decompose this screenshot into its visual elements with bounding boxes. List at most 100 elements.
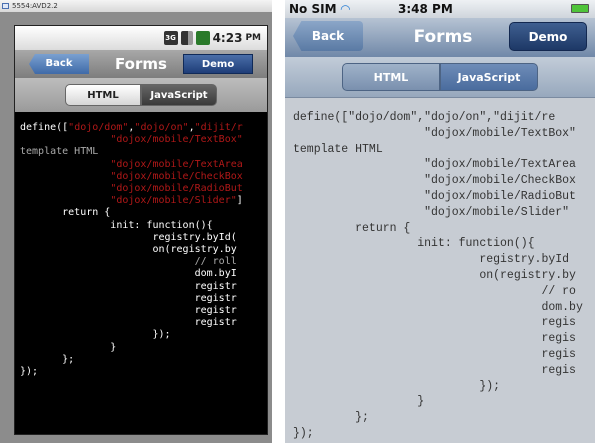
code-token: on(registry.by <box>20 244 237 256</box>
code-line: }); <box>20 366 267 378</box>
code-token: init: function(){ <box>293 237 535 251</box>
carrier-label: No SIM ◠ <box>289 0 350 18</box>
ios-nav-bar: Forms Back Demo <box>285 18 595 57</box>
battery-icon <box>571 4 589 13</box>
code-line: registry.byId <box>293 252 595 268</box>
back-button[interactable]: Back <box>29 54 89 74</box>
code-token: } <box>293 395 425 409</box>
code-line: "dojox/mobile/RadioBut <box>20 183 267 195</box>
code-line: "dojox/mobile/TextArea <box>20 159 267 171</box>
code-line: init: function(){ <box>293 236 595 252</box>
code-token: init: function(){ <box>20 219 213 231</box>
code-line: } <box>293 394 595 410</box>
code-token: define([ <box>20 122 69 133</box>
tab-javascript[interactable]: JavaScript <box>141 84 217 106</box>
android-emulator-window: 5554:AVD2.2 3G 4:23 PM Forms Back Demo HT… <box>0 0 272 443</box>
code-token: "dojox/mobile/RadioBut <box>110 183 243 195</box>
tab-html[interactable]: HTML <box>65 84 141 106</box>
code-line: template HTML <box>20 146 267 158</box>
code-line: registr <box>20 317 267 329</box>
code-line: regis <box>293 331 595 347</box>
code-line: "dojox/mobile/Slider" <box>293 205 595 221</box>
code-line: } <box>20 342 267 354</box>
code-token: "dojox/mobile/Slider" <box>110 195 237 207</box>
code-line: regis <box>293 347 595 363</box>
code-token: "dojox/mobile/RadioBut <box>293 189 576 203</box>
code-token: "dojox/mobile/TextBox" <box>293 126 576 140</box>
code-line: }); <box>20 329 267 341</box>
code-token: "dojox/mobile/CheckBox <box>110 170 243 182</box>
wifi-icon: ◠ <box>340 2 350 16</box>
code-line: "dojox/mobile/CheckBox <box>20 171 267 183</box>
code-line: }); <box>293 379 595 395</box>
code-token: return { <box>293 221 411 235</box>
code-token: registr <box>20 292 237 304</box>
code-token: dom.byI <box>20 268 237 280</box>
code-line: registr <box>20 281 267 293</box>
ios-simulator-screen: No SIM ◠ 3:48 PM Forms Back Demo HTML Ja… <box>285 0 595 443</box>
code-token: }); <box>20 329 171 341</box>
divider <box>272 0 285 443</box>
code-line: "dojox/mobile/TextArea <box>293 157 595 173</box>
code-token: "dojox/mobile/CheckBox <box>293 174 576 188</box>
demo-button[interactable]: Demo <box>183 54 253 74</box>
code-token: "dojo/dom" <box>68 122 129 133</box>
code-token: }; <box>20 353 75 365</box>
code-token: "dijit/r <box>194 122 243 133</box>
code-token: }); <box>293 379 501 393</box>
code-token: "dojox/mobile/TextArea <box>293 158 576 172</box>
code-token: // roll <box>20 256 237 268</box>
code-line: registry.byId( <box>20 232 267 244</box>
code-token: template HTML <box>293 142 383 156</box>
code-line: on(registry.by <box>20 244 267 256</box>
code-token: regis <box>293 347 576 361</box>
window-title: 5554:AVD2.2 <box>12 2 58 10</box>
code-token: // ro <box>293 284 576 298</box>
segmented-control: HTML JavaScript <box>285 57 595 98</box>
battery-icon <box>195 31 210 45</box>
tab-javascript[interactable]: JavaScript <box>440 63 538 91</box>
code-line: define(["dojo/dom","dojo/on","dijit/re <box>293 110 595 126</box>
code-token: "dojox/mobile/Slider" <box>293 205 570 219</box>
back-button[interactable]: Back <box>293 21 363 51</box>
code-line: // ro <box>293 284 595 300</box>
code-token: dom.by <box>293 300 583 314</box>
code-token: }); <box>20 366 39 378</box>
code-token: "dojox/mobile/TextBox" <box>110 134 243 146</box>
code-token: ] <box>236 195 243 207</box>
code-line: registr <box>20 305 267 317</box>
code-view: define(["dojo/dom","dojo/on","dijit/r "d… <box>15 112 267 434</box>
tab-html[interactable]: HTML <box>342 63 440 91</box>
network-3g-icon: 3G <box>163 31 178 45</box>
code-token: registr <box>20 317 237 329</box>
window-icon <box>2 3 9 9</box>
code-line: // roll <box>20 256 267 268</box>
code-line: "dojox/mobile/TextBox" <box>293 126 595 142</box>
code-token: "dojox/mobile/TextArea <box>110 158 243 170</box>
code-line: regis <box>293 363 595 379</box>
code-line: registr <box>20 293 267 305</box>
code-line: define(["dojo/dom","dojo/on","dijit/r <box>20 122 267 134</box>
status-time: 3:48 PM <box>398 2 453 16</box>
android-status-bar: 3G 4:23 PM <box>15 26 267 50</box>
code-line: return { <box>293 221 595 237</box>
code-token: "dojo/on" <box>134 122 189 133</box>
android-nav-bar: Forms Back Demo <box>15 50 267 78</box>
demo-button[interactable]: Demo <box>509 22 587 51</box>
android-screen: 3G 4:23 PM Forms Back Demo HTML JavaScrip… <box>14 25 268 435</box>
code-line: "dojox/mobile/TextBox" <box>20 134 267 146</box>
code-view: define(["dojo/dom","dojo/on","dijit/re "… <box>285 98 595 443</box>
code-token: regis <box>293 332 576 346</box>
code-line: template HTML <box>293 142 595 158</box>
code-line: "dojox/mobile/CheckBox <box>293 173 595 189</box>
code-token: registry.byId( <box>20 231 237 243</box>
ios-status-bar: No SIM ◠ 3:48 PM <box>285 0 595 18</box>
code-line: return { <box>20 207 267 219</box>
code-line: dom.byI <box>20 268 267 280</box>
code-line: init: function(){ <box>20 220 267 232</box>
code-token: define(["dojo/dom","dojo/on","dijit/re <box>293 111 556 124</box>
